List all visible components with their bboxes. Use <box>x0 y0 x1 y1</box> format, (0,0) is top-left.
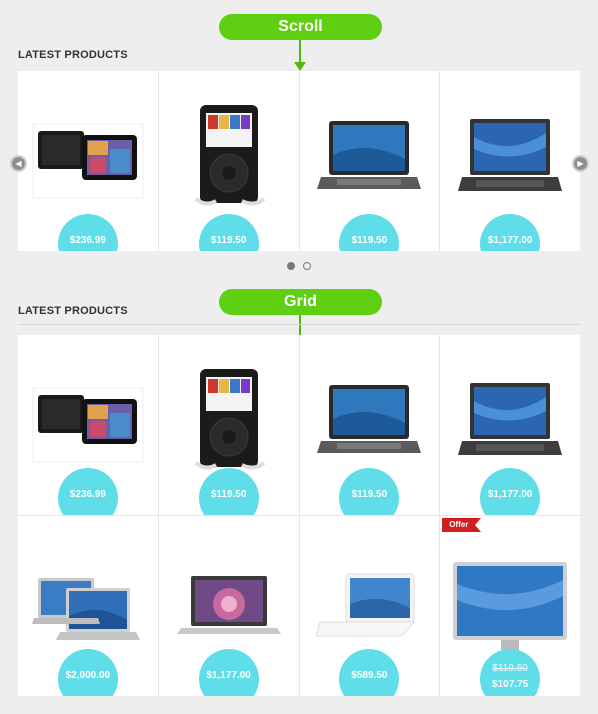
product-card[interactable]: $1,177.00 <box>158 516 299 696</box>
carousel-prev-button[interactable]: ◀ <box>10 155 27 172</box>
price-text: $107.75 <box>492 679 529 690</box>
macbook-pro-pair-image <box>31 578 140 640</box>
product-card[interactable]: $119.50 <box>158 335 299 515</box>
price-text: $119.50 <box>351 489 388 500</box>
price-text: $119.50 <box>210 489 247 500</box>
tablet-image <box>32 123 144 199</box>
arrow-down-icon <box>294 40 306 71</box>
price-badge: $236.99 <box>57 468 118 515</box>
price-badge: $119.50 <box>339 468 400 515</box>
grid-label-pill: Grid <box>219 289 382 315</box>
price-text: $2,000.00 <box>65 670 111 681</box>
vaio-laptop-image <box>458 383 563 455</box>
laptop-image <box>317 121 422 189</box>
price-text: $236.99 <box>69 235 106 246</box>
price-text: $119.50 <box>351 235 388 246</box>
pagination-dot[interactable] <box>287 262 295 270</box>
product-card[interactable]: $1,177.00 <box>440 71 580 251</box>
price-text: $1,177.00 <box>206 670 251 681</box>
carousel-next-button[interactable]: ▶ <box>572 155 589 172</box>
price-text: $589.50 <box>351 670 388 681</box>
price-badge: $119.50 <box>198 214 259 251</box>
price-badge: $236.99 <box>57 214 118 251</box>
product-grid: $236.99 $119.50 $119.50 $1,177.00 $2,000… <box>18 335 580 696</box>
product-card[interactable]: Offer $119.50 $107.75 <box>440 516 580 696</box>
product-card[interactable]: $589.50 <box>299 516 440 696</box>
vaio-laptop-image <box>458 119 563 191</box>
price-badge: $589.50 <box>339 649 400 696</box>
chevron-right-icon: ▶ <box>577 159 584 168</box>
price-text: $236.99 <box>69 489 106 500</box>
ipod-image <box>194 105 265 206</box>
product-card[interactable]: $119.50 <box>158 71 299 251</box>
offer-ribbon: Offer <box>442 518 482 532</box>
carousel-track: $236.99 $119.50 $119.50 $1,177.00 <box>18 71 580 251</box>
price-badge: $1,177.00 <box>198 649 259 696</box>
ipod-image <box>194 369 265 470</box>
macbook-air-image <box>176 576 281 634</box>
price-text: $1,177.00 <box>487 489 533 500</box>
white-macbook-image <box>316 573 416 637</box>
price-badge: $2,000.00 <box>57 649 118 696</box>
pagination-dot[interactable] <box>303 262 311 270</box>
product-card[interactable]: $236.99 <box>18 71 158 251</box>
product-card[interactable]: $2,000.00 <box>18 516 158 696</box>
section-title: LATEST PRODUCTS <box>18 305 128 317</box>
product-card[interactable]: $236.99 <box>18 335 158 515</box>
old-price-text: $119.50 <box>492 663 528 674</box>
price-badge: $1,177.00 <box>480 214 541 251</box>
tablet-image <box>32 387 144 463</box>
cinema-display-image <box>453 562 568 650</box>
price-badge: $119.50 <box>198 468 259 515</box>
product-carousel: $236.99 $119.50 $119.50 $1,177.00 <box>18 71 580 251</box>
laptop-image <box>317 385 422 453</box>
section-divider <box>18 324 580 325</box>
scroll-label-pill: Scroll <box>219 14 382 40</box>
price-text: $119.50 <box>210 235 247 246</box>
product-card[interactable]: $119.50 <box>299 71 440 251</box>
chevron-left-icon: ◀ <box>15 159 22 168</box>
price-text: $1,177.00 <box>487 235 533 246</box>
section-title: LATEST PRODUCTS <box>18 49 128 61</box>
price-badge: $119.50 $107.75 <box>480 649 541 696</box>
price-badge: $119.50 <box>339 214 400 251</box>
price-badge: $1,177.00 <box>480 468 541 515</box>
product-grid-cells: $236.99 $119.50 $119.50 $1,177.00 $2,000… <box>18 335 580 696</box>
product-card[interactable]: $1,177.00 <box>440 335 580 515</box>
product-card[interactable]: $119.50 <box>299 335 440 515</box>
